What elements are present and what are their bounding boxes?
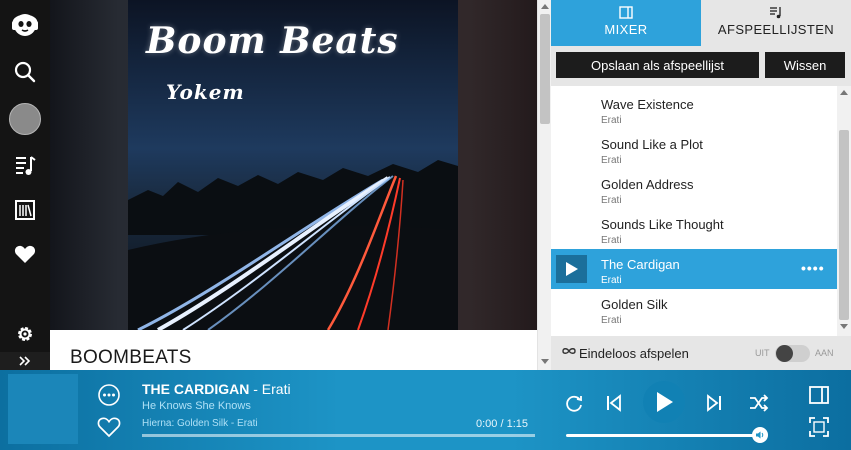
heart-outline-icon[interactable] bbox=[96, 414, 122, 440]
music-list-icon[interactable] bbox=[0, 145, 50, 185]
scroll-up-arrow-icon[interactable] bbox=[840, 90, 848, 95]
sidebar-nav bbox=[0, 0, 50, 370]
next-up-label: Hierna: Golden Silk - Erati bbox=[142, 418, 258, 429]
fullscreen-icon[interactable] bbox=[808, 416, 830, 438]
list-item[interactable]: Sound Like a Plot Erati bbox=[551, 129, 837, 169]
tab-playlists[interactable]: AFSPEELLIJSTEN bbox=[701, 0, 851, 46]
scrollbar-thumb[interactable] bbox=[839, 130, 849, 320]
tab-playlists-label: AFSPEELLIJSTEN bbox=[717, 22, 835, 37]
album-art-subtitle: Yokem bbox=[166, 80, 245, 104]
toggle-on-label: AAN bbox=[815, 348, 834, 358]
play-button[interactable] bbox=[643, 381, 685, 423]
avatar bbox=[9, 103, 41, 135]
infinity-icon bbox=[562, 348, 576, 354]
time-readout: 0:00 / 1:15 bbox=[476, 418, 528, 430]
tab-mixer[interactable]: MIXER bbox=[551, 0, 701, 46]
track-title: The Cardigan bbox=[601, 257, 680, 272]
album-hero: Boom Beats Yokem bbox=[50, 0, 537, 330]
main-scrollbar[interactable] bbox=[537, 0, 551, 370]
play-icon bbox=[657, 392, 673, 412]
list-item[interactable]: Wave Existence Erati bbox=[551, 89, 837, 129]
track-title: Wave Existence bbox=[601, 97, 694, 112]
player-bar: THE CARDIGAN - Erati He Knows She Knows … bbox=[0, 370, 851, 450]
playlist-icon bbox=[770, 7, 781, 19]
gear-icon[interactable] bbox=[0, 314, 50, 354]
track-artist: Erati bbox=[601, 275, 622, 286]
track-title: Sound Like a Plot bbox=[601, 137, 703, 152]
track-artist: Erati bbox=[601, 155, 622, 166]
scrollbar-thumb[interactable] bbox=[540, 14, 550, 124]
now-playing-art[interactable] bbox=[8, 374, 78, 444]
list-item[interactable]: Golden Silk Erati bbox=[551, 289, 837, 329]
more-options-icon[interactable]: •••• bbox=[801, 261, 825, 275]
napster-logo-icon[interactable] bbox=[0, 4, 50, 44]
endless-play-toggle[interactable] bbox=[775, 345, 810, 362]
scroll-up-arrow-icon[interactable] bbox=[541, 4, 549, 9]
now-playing-title[interactable]: THE CARDIGAN - Erati bbox=[142, 381, 291, 397]
now-playing-artist: - Erati bbox=[249, 381, 291, 397]
app-window: Boom Beats Yokem BOOMBEATS MIXER AFSPEEL… bbox=[0, 0, 851, 450]
list-item[interactable]: Sounds Like Thought Erati bbox=[551, 209, 837, 249]
toggle-knob[interactable] bbox=[776, 345, 793, 362]
track-title: Golden Silk bbox=[601, 297, 668, 312]
progress-bar[interactable] bbox=[142, 434, 535, 437]
next-icon[interactable] bbox=[703, 392, 725, 414]
chevron-double-right-icon[interactable] bbox=[0, 352, 50, 370]
volume-icon[interactable] bbox=[752, 427, 768, 443]
endless-play-label: Eindeloos afspelen bbox=[579, 346, 689, 361]
heart-icon[interactable] bbox=[0, 234, 50, 274]
more-icon[interactable] bbox=[96, 382, 122, 408]
search-icon[interactable] bbox=[0, 52, 50, 92]
album-art: Boom Beats Yokem bbox=[128, 0, 458, 330]
volume-slider[interactable] bbox=[566, 434, 760, 437]
shuffle-icon[interactable] bbox=[748, 392, 770, 414]
toggle-off-label: UIT bbox=[755, 348, 770, 358]
track-title: Golden Address bbox=[601, 177, 694, 192]
now-playing-track: THE CARDIGAN bbox=[142, 381, 250, 397]
panel-toggle-icon[interactable] bbox=[808, 384, 830, 406]
play-icon[interactable] bbox=[556, 255, 587, 283]
panel-tabs: MIXER AFSPEELLIJSTEN bbox=[551, 0, 851, 46]
repeat-icon[interactable] bbox=[563, 392, 585, 414]
track-artist: Erati bbox=[601, 315, 622, 326]
list-item[interactable]: Golden Address Erati bbox=[551, 169, 837, 209]
scroll-down-arrow-icon[interactable] bbox=[541, 359, 549, 364]
save-as-playlist-button[interactable]: Opslaan als afspeellijst bbox=[556, 52, 759, 78]
tab-mixer-label: MIXER bbox=[604, 22, 648, 37]
page-title: BOOMBEATS bbox=[70, 347, 192, 368]
endless-play-row: Eindeloos afspelen UIT AAN bbox=[551, 336, 851, 370]
profile-button[interactable] bbox=[0, 99, 50, 139]
main-content: Boom Beats Yokem BOOMBEATS bbox=[50, 0, 537, 370]
previous-icon[interactable] bbox=[603, 392, 625, 414]
now-playing-album[interactable]: He Knows She Knows bbox=[142, 400, 251, 412]
track-title: Sounds Like Thought bbox=[601, 217, 724, 232]
queue-scrollbar[interactable] bbox=[837, 86, 851, 336]
clear-queue-button[interactable]: Wissen bbox=[765, 52, 845, 78]
album-art-title: Boom Beats bbox=[146, 20, 399, 62]
scroll-down-arrow-icon[interactable] bbox=[840, 324, 848, 329]
track-artist: Erati bbox=[601, 195, 622, 206]
library-icon[interactable] bbox=[0, 190, 50, 230]
panel-icon bbox=[619, 6, 633, 19]
track-artist: Erati bbox=[601, 115, 622, 126]
track-artist: Erati bbox=[601, 235, 622, 246]
queue-list: Wave Existence Erati Sound Like a Plot E… bbox=[551, 86, 837, 336]
list-item-active[interactable]: The Cardigan Erati •••• bbox=[551, 249, 837, 289]
queue-panel: MIXER AFSPEELLIJSTEN Opslaan als afspeel… bbox=[551, 0, 851, 370]
